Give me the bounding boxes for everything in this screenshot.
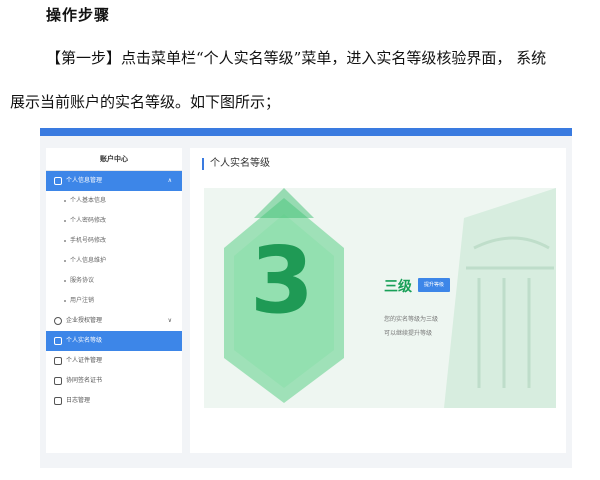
sidebar-item-label: 个人实名等级 — [66, 337, 103, 344]
sidebar-item-basic-info[interactable]: 个人基本信息 — [46, 191, 182, 211]
sidebar-item-personal-info[interactable]: 个人信息管理 ∧ — [46, 171, 182, 191]
paragraph-line-2: 展示当前账户的实名等级。如下图所示； — [10, 93, 281, 111]
bullet-icon — [64, 299, 66, 302]
user-icon — [54, 176, 62, 185]
id-card-icon — [54, 356, 62, 365]
paragraph-line-1: 【第一步】点击菜单栏“个人实名等级”菜单，进入实名等级核验界面， 系统 — [46, 49, 547, 67]
sidebar-item-company[interactable]: 企业授权管理 ∨ — [46, 311, 182, 331]
log-icon — [54, 396, 62, 405]
shield-icon — [54, 336, 62, 345]
sidebar-item-id-card[interactable]: 个人证件管理 — [46, 351, 182, 371]
level-description: 您的实名等级为三级 — [384, 316, 439, 323]
main-panel: 个人实名等级 3 三级 提升等级 您的实名等级为三级 可以继续提升等级 — [190, 148, 566, 453]
sidebar-item-label: 个人证件管理 — [66, 357, 103, 364]
sidebar-item-label: 个人信息管理 — [66, 177, 103, 184]
bullet-icon — [64, 259, 66, 262]
section-heading: 操作步骤 — [46, 6, 111, 24]
sidebar-item-phone[interactable]: 手机号码修改 — [46, 231, 182, 251]
sidebar-item-label: 个人信息维护 — [70, 257, 107, 264]
sidebar-item-label: 手机号码修改 — [70, 237, 107, 244]
chevron-down-icon: ∨ — [167, 317, 172, 324]
sidebar-item-cancel[interactable]: 用户注销 — [46, 291, 182, 311]
certificate-icon — [54, 376, 62, 385]
sidebar-item-maintain[interactable]: 个人信息维护 — [46, 251, 182, 271]
sidebar-item-agreement[interactable]: 服务协议 — [46, 271, 182, 291]
company-icon — [54, 316, 62, 325]
screenshot-top-bar — [40, 128, 572, 136]
chevron-up-icon: ∧ — [167, 177, 172, 184]
sidebar-item-password[interactable]: 个人密码修改 — [46, 211, 182, 231]
upgrade-hint: 可以继续提升等级 — [384, 330, 433, 337]
sidebar-item-certificate[interactable]: 协同签名证书 — [46, 371, 182, 391]
bullet-icon — [64, 219, 66, 222]
sidebar-title: 账户中心 — [46, 148, 182, 171]
page-title: 个人实名等级 — [202, 158, 270, 170]
sidebar-item-realname-level[interactable]: 个人实名等级 — [46, 331, 182, 351]
embedded-screenshot: 账户中心 个人信息管理 ∧ 个人基本信息 个人密码修改 手机号码修改 个人信息维… — [40, 128, 572, 468]
sidebar-item-label: 个人密码修改 — [70, 217, 107, 224]
bullet-icon — [64, 199, 66, 202]
upgrade-button[interactable]: 提升等级 — [418, 278, 450, 292]
level-number: 3 — [249, 227, 314, 334]
sidebar-item-label: 服务协议 — [70, 277, 95, 284]
sidebar-item-label: 个人基本信息 — [70, 197, 107, 204]
level-text: 三级 — [384, 279, 412, 295]
sidebar-item-label: 协同签名证书 — [66, 377, 103, 384]
level-banner: 3 三级 提升等级 您的实名等级为三级 可以继续提升等级 — [204, 188, 556, 408]
sidebar-item-label: 用户注销 — [70, 297, 95, 304]
sidebar-item-logs[interactable]: 日志管理 — [46, 391, 182, 411]
sidebar-item-label: 日志管理 — [66, 397, 91, 404]
sidebar-item-label: 企业授权管理 — [66, 317, 103, 324]
bullet-icon — [64, 239, 66, 242]
bullet-icon — [64, 279, 66, 282]
sidebar: 账户中心 个人信息管理 ∧ 个人基本信息 个人密码修改 手机号码修改 个人信息维… — [46, 148, 182, 453]
